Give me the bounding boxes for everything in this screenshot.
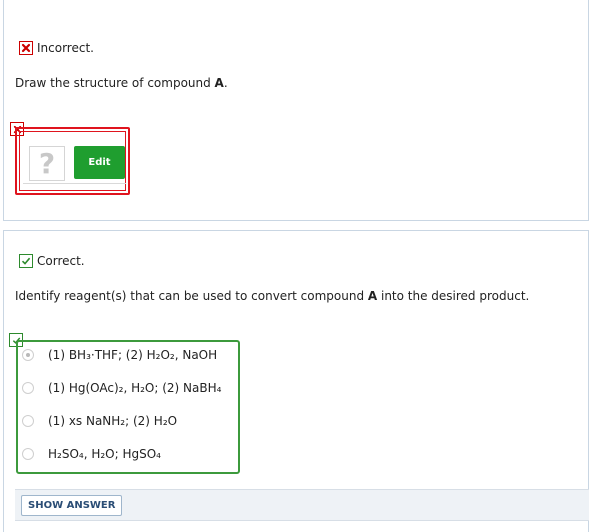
- drawing-canvas[interactable]: ? Edit: [23, 135, 126, 184]
- option-4-label: H₂SO₄, H₂O; HgSO₄: [48, 447, 161, 461]
- option-1[interactable]: (1) BH₃·THF; (2) H₂O₂, NaOH: [22, 348, 217, 362]
- correct-label: Correct.: [37, 254, 85, 268]
- draw-prompt: Draw the structure of compound A.: [15, 76, 228, 90]
- incorrect-status: Incorrect.: [19, 41, 94, 55]
- option-3[interactable]: (1) xs NaNH₂; (2) H₂O: [22, 414, 177, 428]
- correct-check-icon: [19, 254, 33, 268]
- compound-label: A: [367, 289, 378, 303]
- show-answer-button[interactable]: SHOW ANSWER: [21, 495, 123, 516]
- option-4-radio[interactable]: [22, 448, 34, 460]
- option-2[interactable]: (1) Hg(OAc)₂, H₂O; (2) NaBH₄: [22, 381, 221, 395]
- empty-structure-placeholder[interactable]: ?: [29, 146, 65, 181]
- correct-status: Correct.: [19, 254, 85, 268]
- compound-label: A: [214, 76, 224, 90]
- option-4[interactable]: H₂SO₄, H₂O; HgSO₄: [22, 447, 161, 461]
- reagent-prompt: Identify reagent(s) that can be used to …: [15, 289, 530, 303]
- drawing-widget: ? Edit: [15, 127, 130, 195]
- incorrect-x-icon: [19, 41, 33, 55]
- option-2-label: (1) Hg(OAc)₂, H₂O; (2) NaBH₄: [48, 381, 222, 395]
- incorrect-label: Incorrect.: [37, 41, 94, 55]
- option-1-radio[interactable]: [22, 349, 34, 361]
- option-3-label: (1) xs NaNH₂; (2) H₂O: [48, 414, 178, 428]
- option-1-label: (1) BH₃·THF; (2) H₂O₂, NaOH: [48, 348, 218, 362]
- option-3-radio[interactable]: [22, 415, 34, 427]
- edit-button[interactable]: Edit: [74, 146, 125, 179]
- reagent-options: (1) BH₃·THF; (2) H₂O₂, NaOH (1) Hg(OAc)₂…: [16, 340, 240, 474]
- option-2-radio[interactable]: [22, 382, 34, 394]
- answer-bar: SHOW ANSWER: [15, 489, 589, 521]
